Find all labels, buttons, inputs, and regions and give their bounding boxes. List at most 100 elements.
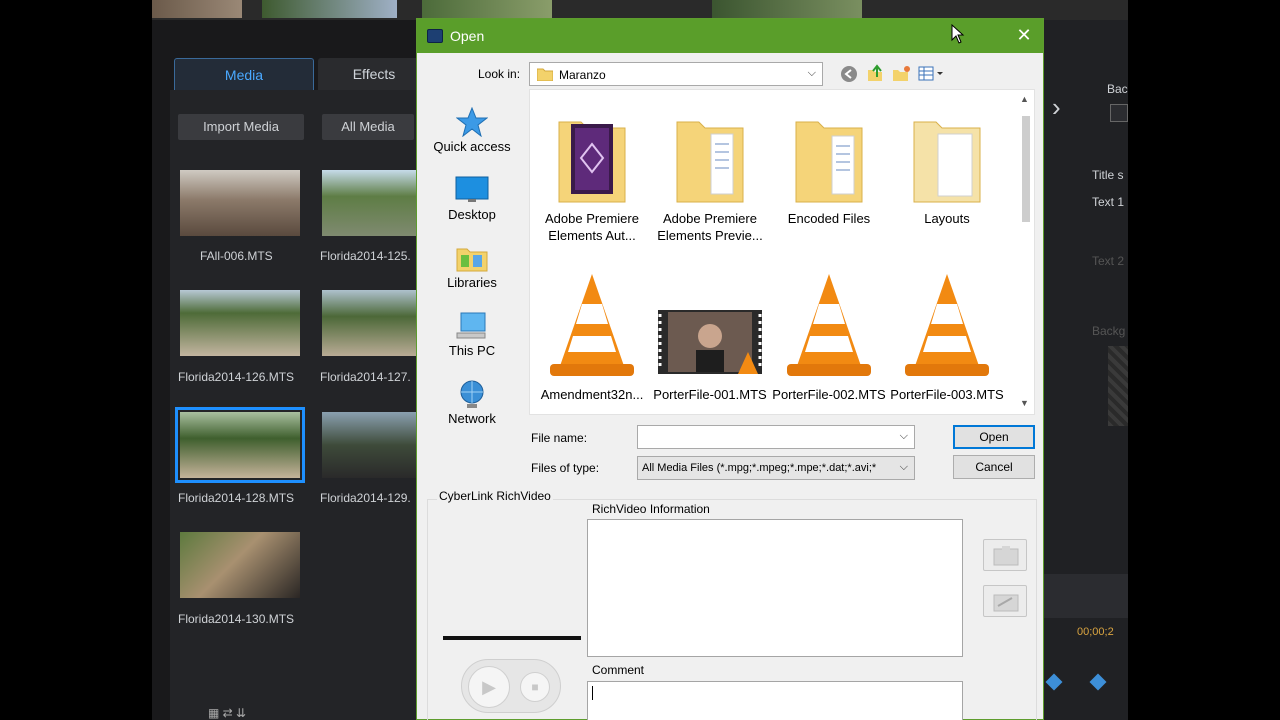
file-name: Adobe Premiere [663,211,757,226]
folder-icon [537,68,553,81]
folder-icon [676,121,744,203]
file-item[interactable]: Adobe Premiere Elements Aut... [533,114,651,244]
nav-this-pc[interactable]: This PC [417,311,527,358]
view-menu-icon[interactable] [918,66,944,82]
nav-label: Libraries [447,275,497,290]
text-caret [592,686,593,700]
comment-textarea[interactable] [587,681,963,720]
open-file-dialog: Open ✕ Look in: Maranzo ⌵ Quick access D… [416,18,1044,720]
text2-label: Text 2 [1092,254,1125,268]
video-thumbnail-icon [658,310,762,374]
vertical-scrollbar[interactable]: ▲ ▼ [1017,90,1034,414]
libraries-icon [456,248,488,272]
file-name: PorterFile-001.MTS [653,387,767,402]
file-item[interactable]: PorterFile-003.MTS [888,270,1006,403]
premiere-folder-icon [558,121,626,203]
timecode-display: 00;00;2 [1077,626,1114,638]
vlc-cone-icon [550,274,634,376]
strip-thumbnail [712,0,862,18]
timeline-preview-strip [152,0,1128,20]
cancel-button[interactable]: Cancel [953,455,1035,479]
media-toolbar-icons[interactable]: ▦ ⇄ ⇊ [208,706,246,720]
strip-thumbnail [152,0,242,18]
folder-icon [913,121,981,203]
new-folder-icon[interactable] [892,64,912,82]
files-of-type-dropdown[interactable]: All Media Files (*.mpg;*.mpeg;*.mpe;*.da… [637,456,915,480]
computer-icon [456,312,486,339]
properties-heading: Bac [1107,82,1128,96]
properties-checkbox[interactable] [1110,104,1128,122]
comment-label: Comment [592,663,645,677]
richvideo-tool-button[interactable] [983,585,1027,617]
media-label: Florida2014-125. [320,249,411,263]
nav-desktop[interactable]: Desktop [417,175,527,222]
next-arrow-icon[interactable]: › [1052,92,1061,123]
app-icon [427,29,443,43]
richvideo-tool-button[interactable] [983,539,1027,571]
close-icon[interactable]: ✕ [1013,24,1035,46]
tab-effects[interactable]: Effects [318,58,430,90]
look-in-label: Look in: [478,67,521,81]
file-item[interactable]: PorterFile-002.MTS [770,270,888,403]
file-item[interactable]: Layouts [888,114,1006,227]
file-name: Encoded Files [787,211,871,226]
richvideo-info-box [587,519,963,657]
file-name-label: File name: [531,431,588,445]
import-media-button[interactable]: Import Media [178,114,304,140]
scroll-up-icon[interactable]: ▲ [1020,94,1029,104]
chevron-down-icon: ⌵ [899,461,908,473]
nav-label: Quick access [433,139,511,154]
file-item[interactable]: Adobe Premiere Elements Previe... [651,114,769,244]
edit-info-icon [993,594,1019,612]
play-stop-control: ▶ ■ [461,659,561,713]
chapter-icon [993,546,1019,566]
nav-network[interactable]: Network [417,379,527,426]
media-label: FAll-006.MTS [200,249,273,263]
file-item[interactable]: Encoded Files [770,114,888,227]
scrollbar-thumb[interactable] [1022,116,1030,222]
file-list-view[interactable]: Adobe Premiere Elements Aut... Adobe Pre… [529,89,1035,415]
dialog-title: Open [450,28,485,44]
file-name: Layouts [924,211,970,226]
background-label: Backg [1092,324,1126,338]
places-bar: Quick access Desktop Libraries This PC N… [417,87,527,437]
media-thumbnail-selected[interactable] [175,407,305,483]
title-style-label: Title s [1092,168,1124,182]
nav-label: This PC [448,343,496,358]
files-of-type-value: All Media Files (*.mpg;*.mpeg;*.mpe;*.da… [642,462,877,474]
look-in-dropdown[interactable]: Maranzo ⌵ [529,62,823,86]
richvideo-info-label: RichVideo Information [592,502,710,516]
file-name: Amendment32n... [540,387,644,402]
file-name: Adobe Premiere [545,211,639,226]
all-media-filter[interactable]: All Media [322,114,414,140]
play-button[interactable]: ▶ [468,666,510,708]
chevron-down-icon: ⌵ [899,430,908,442]
look-in-value: Maranzo [559,68,606,82]
media-thumbnail[interactable] [180,532,300,598]
tab-media[interactable]: Media [174,58,314,90]
nav-quick-access[interactable]: Quick access [417,107,527,154]
media-thumbnail[interactable] [180,290,300,356]
open-button[interactable]: Open [953,425,1035,449]
richvideo-group-label: CyberLink RichVideo [437,489,553,503]
folder-icon [795,121,863,203]
file-item[interactable]: Amendment32n... [533,270,651,403]
background-preview [1108,346,1128,426]
files-of-type-label: Files of type: [531,461,600,475]
dialog-title-bar[interactable]: Open ✕ [417,19,1043,53]
stop-button[interactable]: ■ [520,672,550,702]
file-item[interactable]: PorterFile-001.MTS [651,270,769,403]
star-icon [456,107,488,137]
vlc-cone-icon [787,274,871,376]
back-icon[interactable] [840,65,858,83]
chevron-down-icon: ⌵ [807,67,816,79]
scroll-down-icon[interactable]: ▼ [1020,398,1029,408]
network-icon [460,380,484,408]
file-name-input[interactable]: ⌵ [637,425,915,449]
file-name: PorterFile-002.MTS [772,387,886,402]
media-thumbnail[interactable] [180,170,300,236]
up-folder-icon[interactable] [866,64,884,82]
nav-libraries[interactable]: Libraries [417,243,527,290]
preview-progress-bar[interactable] [443,636,581,640]
media-label: Florida2014-130.MTS [178,612,295,626]
